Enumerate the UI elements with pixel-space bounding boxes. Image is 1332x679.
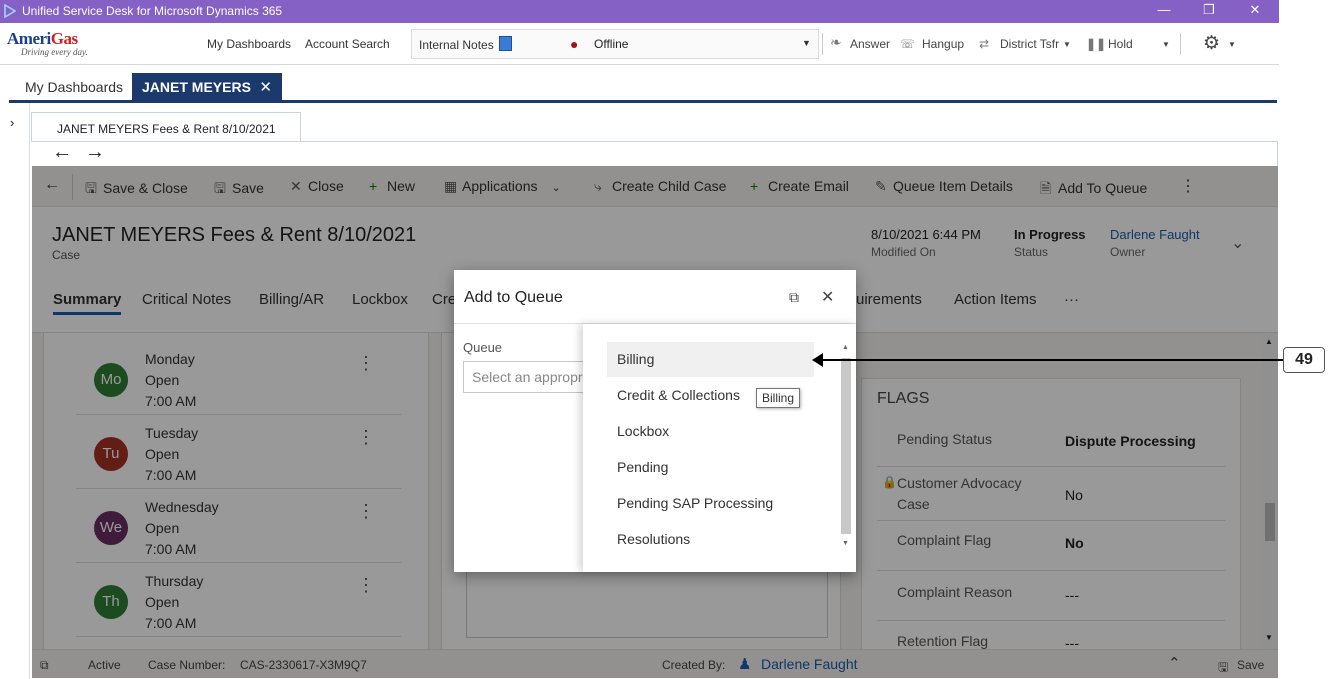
toolbar-divider <box>822 33 823 55</box>
answer-icon: ❧ <box>830 34 842 50</box>
dialog-title: Add to Queue <box>464 289 563 306</box>
dropdown-scrollbar[interactable]: ▲ ▼ <box>841 344 851 550</box>
brand-name-accent: Gas <box>50 29 78 48</box>
annotation-arrowhead <box>812 353 823 367</box>
queue-lookup-input[interactable]: Select an appropri <box>463 361 603 393</box>
notes-dropdown-icon[interactable] <box>499 36 512 51</box>
district-transfer-dropdown-icon[interactable]: ▼ <box>1063 40 1071 49</box>
presence-offline-icon: ● <box>570 36 579 52</box>
app-window: Unified Service Desk for Microsoft Dynam… <box>0 0 1332 679</box>
restore-button[interactable]: ❐ <box>1194 2 1224 20</box>
expand-dialog-icon[interactable]: ⧉ <box>789 289 799 306</box>
internal-notes-label[interactable]: Internal Notes <box>419 38 494 52</box>
forward-arrow-icon[interactable]: → <box>85 141 105 164</box>
queue-label: Queue <box>463 340 503 355</box>
brand-tagline: Driving every day. <box>21 47 88 57</box>
hangup-icon: ☏ <box>900 37 916 51</box>
queue-option-pending[interactable]: Pending <box>607 450 814 485</box>
queue-option-lockbox[interactable]: Lockbox <box>607 414 814 449</box>
chevron-right-icon[interactable]: › <box>10 115 14 130</box>
my-dashboards-link[interactable]: My Dashboards <box>207 37 291 51</box>
tab-janet-meyers[interactable]: JANET MEYERS ✕ <box>132 73 282 102</box>
scroll-down-icon[interactable]: ▼ <box>842 540 849 547</box>
tab-label: JANET MEYERS <box>142 79 251 95</box>
brand-name-main: Ameri <box>7 29 51 48</box>
presence-dropdown-icon[interactable]: ▼ <box>802 38 811 48</box>
toolbar-divider <box>1180 33 1181 55</box>
answer-button[interactable]: Answer <box>850 37 890 51</box>
session-bar: Internal Notes ● Offline ▼ <box>411 29 819 59</box>
hold-button[interactable]: Hold <box>1108 37 1133 51</box>
inner-nav-bar <box>31 141 1278 166</box>
app-toolbar: AmeriGas Driving every day. My Dashboard… <box>0 23 1279 65</box>
close-dialog-icon[interactable]: ✕ <box>821 287 834 307</box>
settings-dropdown-icon[interactable]: ▼ <box>1228 40 1236 49</box>
annotation-badge: 49 <box>1283 347 1325 373</box>
gear-icon[interactable]: ⚙ <box>1203 32 1220 55</box>
usd-logo-icon <box>4 4 16 18</box>
transfer-icon: ⇄ <box>979 37 990 51</box>
close-window-button[interactable]: ✕ <box>1240 2 1270 20</box>
hold-dropdown-icon[interactable]: ▼ <box>1162 40 1170 49</box>
left-panel-strip: › <box>0 103 30 679</box>
hangup-button[interactable]: Hangup <box>922 37 964 51</box>
account-search-link[interactable]: Account Search <box>305 37 390 51</box>
tab-my-dashboards[interactable]: My Dashboards <box>25 79 123 95</box>
brand-logo: AmeriGas Driving every day. <box>7 29 88 57</box>
district-transfer-button[interactable]: District Tsfr <box>1000 37 1059 51</box>
queue-option-pending-sap[interactable]: Pending SAP Processing <box>607 486 814 521</box>
hold-icon: ❚❚ <box>1086 37 1107 51</box>
scrollbar-thumb[interactable] <box>841 358 851 534</box>
scroll-up-icon[interactable]: ▲ <box>842 344 849 351</box>
session-tabs: My Dashboards JANET MEYERS ✕ <box>9 73 1277 103</box>
option-tooltip: Billing <box>756 388 801 408</box>
back-arrow-icon[interactable]: ← <box>52 141 72 164</box>
close-tab-icon[interactable]: ✕ <box>259 78 272 96</box>
title-bar: Unified Service Desk for Microsoft Dynam… <box>0 0 1279 23</box>
inner-tab-label: JANET MEYERS Fees & Rent 8/10/2021 <box>57 122 276 136</box>
inner-tab[interactable]: JANET MEYERS Fees & Rent 8/10/2021 <box>31 112 301 142</box>
queue-option-billing[interactable]: Billing <box>607 342 814 377</box>
annotation-line <box>820 359 1283 361</box>
queue-option-resolutions[interactable]: Resolutions <box>607 522 814 557</box>
presence-status[interactable]: Offline <box>594 37 628 51</box>
window-title: Unified Service Desk for Microsoft Dynam… <box>22 4 283 18</box>
minimize-button[interactable]: — <box>1149 2 1179 20</box>
